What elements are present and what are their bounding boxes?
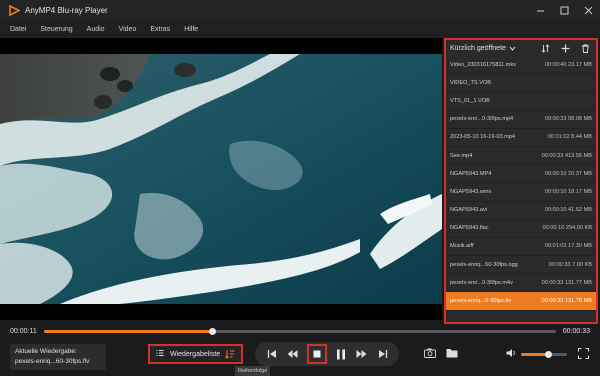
playlist-item-name: NGAP5943.flac <box>450 225 489 232</box>
sort-icon[interactable] <box>540 43 550 53</box>
trash-icon[interactable] <box>580 43 590 53</box>
volume-control <box>506 348 567 360</box>
playlist-item-name: VIDEO_TS.VOB <box>450 79 492 86</box>
playlist-header: Kürzlich geöffnete <box>446 40 596 56</box>
playlist-item[interactable]: pexels-enri...0-30fps.mp4 00:00:33 98.08 … <box>446 111 596 129</box>
playlist-item-meta: 00:00:33 413.56 MB <box>541 152 592 159</box>
playlist-item[interactable]: VTS_01_1.VOB <box>446 92 596 111</box>
playlist-item-meta: 00:00:10 41.52 MB <box>544 207 592 214</box>
app-logo-icon <box>8 4 20 16</box>
playlist-item[interactable]: NGAP5943.avi 00:00:10 41.52 MB <box>446 202 596 220</box>
playlist-item-meta: 00:00:10 18.17 MB <box>544 188 592 195</box>
playlist-item[interactable]: Video_230316175811.mkv 00:00:40 23.17 MB <box>446 56 596 75</box>
menu-datei[interactable]: Datei <box>10 26 26 33</box>
playlist-item-meta: 00:00:33 131.77 MB <box>541 279 592 286</box>
current-time: 00:00:11 <box>10 327 37 335</box>
menu-bar: Datei Steuerung Audio Video Extras Hilfe <box>0 20 600 38</box>
playlist-item[interactable]: NGAP5943.flac 00:00:10 294.00 KB <box>446 220 596 238</box>
skip-back-icon[interactable] <box>265 347 279 361</box>
fullscreen-icon[interactable] <box>578 348 589 361</box>
playlist-item[interactable]: Musik.aiff 00:01:03 17.30 MB <box>446 238 596 257</box>
stop-icon <box>310 347 324 361</box>
playlist-title[interactable]: Kürzlich geöffnete <box>450 45 506 52</box>
volume-handle[interactable] <box>545 350 553 358</box>
playlist-item-name: Musik.aiff <box>450 243 474 250</box>
now-playing-file: pexels-enriq...60-30fps.flv <box>15 358 90 365</box>
folder-icon[interactable] <box>446 348 458 360</box>
close-icon[interactable] <box>582 4 594 16</box>
playlist-item-name: VTS_01_1.VOB <box>450 97 490 104</box>
total-time: 00:00:33 <box>562 327 590 335</box>
playlist-button[interactable]: Wiedergabeliste <box>148 344 243 364</box>
playlist-item[interactable]: pexels-enri...0-30fps.m4v 00:00:33 131.77… <box>446 274 596 293</box>
playlist-item[interactable]: See.mp4 00:00:33 413.56 MB <box>446 147 596 166</box>
playlist-item-name: NGAP5943.wmv <box>450 188 492 195</box>
skip-forward-icon[interactable] <box>376 347 390 361</box>
app-title: AnyMP4 Blu-ray Player <box>25 5 108 15</box>
volume-slider[interactable] <box>521 350 567 358</box>
playlist-item[interactable]: pexels-enriq...0-30fps.flv 00:00:33 131.7… <box>446 292 596 311</box>
seek-fill <box>44 330 213 333</box>
seek-handle[interactable] <box>209 328 217 335</box>
rewind-icon[interactable] <box>286 347 300 361</box>
video-area[interactable] <box>0 38 442 320</box>
now-playing-label: Aktuelle Wiedergabe: <box>15 348 77 355</box>
camera-icon[interactable] <box>424 348 436 360</box>
playlist-item-meta: 00:00:40 23.17 MB <box>544 61 592 68</box>
control-bar: Aktuelle Wiedergabe: pexels-enriq...60-3… <box>0 338 600 376</box>
progress-bar: 00:00:11 00:00:33 <box>0 324 600 338</box>
playlist-item[interactable]: NGAP5943.wmv 00:00:10 18.17 MB <box>446 183 596 202</box>
pause-icon[interactable] <box>334 347 348 361</box>
maximize-icon[interactable] <box>558 4 570 16</box>
chevron-down-icon[interactable] <box>509 46 516 51</box>
stop-button[interactable] <box>306 344 327 364</box>
menu-video[interactable]: Video <box>119 26 137 33</box>
playlist-item-name: NGAP5943.MP4 <box>450 170 492 177</box>
playlist-item-meta: 00:00:10 20.37 MB <box>544 170 592 177</box>
playlist-item-name: pexels-enri...0-30fps.m4v <box>450 279 513 286</box>
video-frame[interactable] <box>0 54 442 304</box>
playlist-item-name: pexels-enri...0-30fps.mp4 <box>450 116 514 123</box>
playlist-item-name: pexels-enriq...60-30fps.ogg <box>450 261 518 268</box>
transport-controls <box>255 342 399 366</box>
menu-steuerung[interactable]: Steuerung <box>40 26 72 33</box>
playlist-item-name: pexels-enriq...0-30fps.flv <box>450 298 511 305</box>
playlist-item-meta: 00:01:03 17.30 MB <box>544 243 592 250</box>
playlist-button-label: Wiedergabeliste <box>170 350 221 358</box>
menu-extras[interactable]: Extras <box>150 26 170 33</box>
playlist-item-name: NGAP5943.avi <box>450 207 488 214</box>
playlist-item-meta: 00:01:02 8.44 MB <box>547 134 592 141</box>
playlist-item[interactable]: 2023-05-10 16-19-03.mp4 00:01:02 8.44 MB <box>446 129 596 147</box>
playlist-item-meta: 00:00:33 98.08 MB <box>544 116 592 123</box>
playlist-item-name: 2023-05-10 16-19-03.mp4 <box>450 134 515 141</box>
playlist-panel: Kürzlich geöffnete Video_230316175811.mk… <box>444 38 598 324</box>
playlist-item-meta: 00:00:33 131.78 MB <box>541 298 592 305</box>
playlist-item[interactable]: pexels-enriq...60-30fps.ogg 00:00:33 7.00… <box>446 256 596 275</box>
playlist-item-meta: 00:00:10 294.00 KB <box>542 225 592 232</box>
playlist-item-name: See.mp4 <box>450 152 473 159</box>
seek-track[interactable] <box>44 328 556 335</box>
title-bar: AnyMP4 Blu-ray Player <box>0 0 600 20</box>
list-icon <box>156 349 164 359</box>
playlist-item-meta: 00:00:33 7.00 KB <box>548 261 592 268</box>
playlist-item-name: Video_230316175811.mkv <box>450 61 517 68</box>
order-icon[interactable] <box>225 349 235 359</box>
add-icon[interactable] <box>560 43 570 53</box>
fast-forward-icon[interactable] <box>355 347 369 361</box>
extra-tools <box>424 348 458 360</box>
playlist-list: Video_230316175811.mkv 00:00:40 23.17 MB V… <box>446 56 596 311</box>
volume-icon[interactable] <box>506 348 517 360</box>
order-tooltip: Reihenfolge <box>235 366 271 376</box>
playlist-item[interactable]: VIDEO_TS.VOB <box>446 74 596 93</box>
menu-audio[interactable]: Audio <box>87 26 105 33</box>
now-playing-box: Aktuelle Wiedergabe: pexels-enriq...60-3… <box>10 344 106 370</box>
menu-hilfe[interactable]: Hilfe <box>184 26 198 33</box>
playlist-item[interactable]: NGAP5943.MP4 00:00:10 20.37 MB <box>446 165 596 184</box>
minimize-icon[interactable] <box>534 4 546 16</box>
